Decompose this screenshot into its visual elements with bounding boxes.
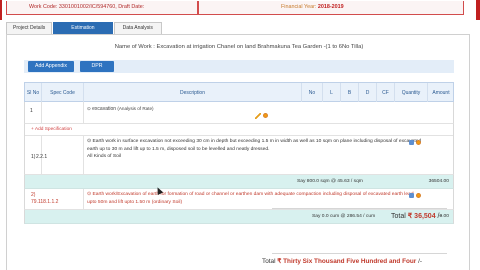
financial-year-value: 2018-2019	[317, 4, 344, 10]
currency-symbol: ₹	[277, 258, 282, 265]
chapter-subtitle: (Analysis of Rate)	[117, 106, 154, 111]
item-description-text: Earth work/Excavation of earth for forma…	[87, 192, 414, 205]
header-left-edge	[0, 0, 2, 20]
tab-data-analysis[interactable]: Data Analysis	[113, 22, 162, 34]
table-header: Sl No Spec Code Description No L B D CF …	[24, 82, 454, 103]
subtotal-row: Say 800.0 sqm @ 45.63 / sqm 36504.00	[24, 175, 454, 189]
work-name: Name of Work : Excavation at irrigation …	[114, 44, 364, 50]
chapter-actions	[255, 113, 268, 119]
estimation-panel: Name of Work : Excavation at irrigation …	[6, 34, 470, 270]
total-suffix: /-	[437, 213, 442, 220]
item-sl: 1)	[31, 154, 36, 160]
financial-year-box: Financial Year: 2018-2019	[198, 1, 464, 15]
draft-date-label: Draft Date:	[118, 4, 145, 10]
divider	[83, 189, 84, 210]
item-spec-code: 2.2.1	[36, 154, 48, 160]
chapter-sl: 1	[30, 108, 33, 114]
work-code-label: Work Code:	[29, 4, 58, 10]
cancel-icon[interactable]	[416, 140, 421, 145]
divider	[272, 253, 447, 254]
say-text: Say 0.0 cum @ 286.54 / cum	[312, 214, 376, 219]
divider	[41, 102, 42, 124]
copy-icon[interactable]	[409, 193, 414, 198]
chapter-row: 1 ⊙ excavation (Analysis of Rate)	[24, 102, 454, 124]
total-words-line: Total ₹ Thirty Six Thousand Five Hundred…	[262, 257, 422, 265]
work-code-value: 3301001002/IC/594760,	[58, 4, 117, 10]
item-description-text: Earth work in surface excavation not exc…	[87, 139, 422, 152]
item-sl: 2)	[31, 192, 36, 198]
chapter-title: ⊙ excavation (Analysis of Rate)	[87, 106, 154, 112]
item-actions	[409, 193, 421, 198]
tab-project-details[interactable]: Project Details	[6, 22, 53, 34]
table-row: 1) 2.2.1 ⊙ Earth work in surface excavat…	[24, 136, 454, 175]
chapter-name: excavation	[92, 106, 117, 112]
item-extra-text: All Kinds of Soil	[87, 154, 121, 160]
cancel-icon[interactable]	[416, 193, 421, 198]
item-spec-code: 79.118.1.1.2	[31, 199, 59, 205]
action-bar: Add Appendix DPR	[24, 60, 454, 73]
edit-icon[interactable]	[255, 113, 261, 119]
header-right-edge	[476, 0, 480, 20]
col-cf: CF	[376, 83, 394, 103]
total-words-label: Total	[262, 258, 276, 265]
tab-estimation[interactable]: Estimation	[53, 22, 113, 34]
say-text: Say 800.0 sqm @ 45.63 / sqm	[297, 179, 363, 184]
total-label: Total	[391, 213, 406, 220]
divider	[83, 136, 84, 175]
copy-icon[interactable]	[409, 140, 414, 145]
divider	[272, 208, 447, 209]
add-appendix-button[interactable]: Add Appendix	[28, 61, 74, 72]
table-row: 2) 79.118.1.1.2 ⊙ Earth work/Excavation …	[24, 189, 454, 210]
item-actions	[409, 140, 421, 145]
cancel-icon[interactable]	[263, 113, 268, 118]
col-l: L	[322, 83, 340, 103]
total-amount-line: Total ₹ 36,504 /-	[391, 212, 442, 220]
item-description: ⊙ Earth work in surface excavation not e…	[87, 138, 423, 161]
divider	[83, 102, 84, 124]
work-code-box: Work Code: 3301001002/IC/594760, Draft D…	[6, 1, 198, 15]
col-description: Description	[83, 83, 301, 103]
tab-bar: Project Details Estimation Data Analysis	[6, 22, 163, 34]
add-specification-link[interactable]: + Add Specification	[24, 124, 454, 136]
col-spec-code: Spec Code	[41, 83, 83, 103]
total-words: Thirty Six Thousand Five Hundred and Fou…	[283, 258, 417, 265]
dpr-button[interactable]: DPR	[80, 61, 114, 72]
col-amount: Amount	[427, 83, 454, 103]
total-amount: 36,504	[414, 213, 436, 220]
financial-year-label: Financial Year:	[281, 4, 317, 10]
header-bar: Work Code: 3301001002/IC/594760, Draft D…	[0, 0, 480, 20]
col-no: No	[301, 83, 322, 103]
subtotal-amount: 36504.00	[428, 179, 449, 184]
col-d: D	[358, 83, 376, 103]
col-quantity: Quantity	[394, 83, 427, 103]
col-sl-no: Sl No	[26, 89, 40, 96]
total-words-suffix: /-	[418, 258, 422, 265]
col-b: B	[340, 83, 358, 103]
currency-symbol: ₹	[407, 213, 413, 220]
subtotal-row: Say 0.0 cum @ 286.54 / cum 0.00	[24, 210, 454, 224]
item-description: ⊙ Earth work/Excavation of earth for for…	[87, 191, 423, 207]
